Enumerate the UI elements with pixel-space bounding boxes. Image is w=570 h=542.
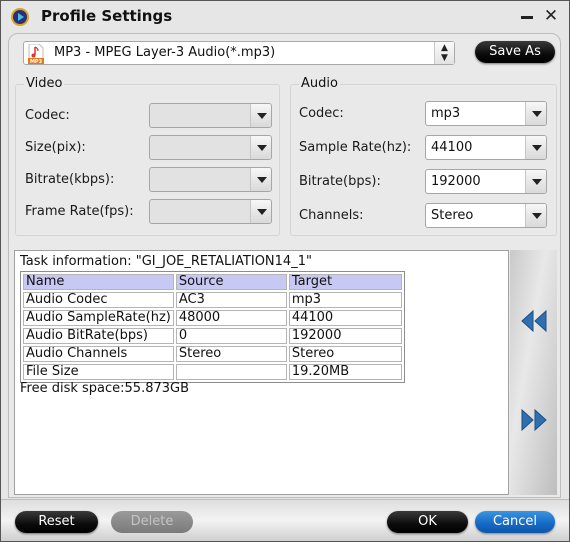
svg-text:MP3: MP3 (30, 59, 43, 64)
expand-right-icon[interactable] (520, 408, 548, 432)
chevron-down-icon[interactable] (525, 136, 546, 159)
profile-select[interactable]: MP3 MP3 - MPEG Layer-3 Audio(*.mp3) ▲ ▼ (23, 41, 455, 65)
audio-bitrate-label: Bitrate(bps): (299, 174, 381, 189)
window-title: Profile Settings (41, 7, 173, 25)
table-cell: 44100 (288, 310, 402, 326)
table-row: Audio Codec AC3 mp3 (23, 292, 402, 308)
video-group-title: Video (24, 76, 65, 91)
table-cell: Audio Channels (23, 346, 174, 362)
audio-channels-dropdown[interactable]: Stereo (425, 203, 547, 228)
table-row: Audio BitRate(bps) 0 192000 (23, 328, 402, 344)
video-bitrate-dropdown[interactable] (149, 167, 272, 192)
free-disk-space: Free disk space:55.873GB (20, 381, 190, 396)
delete-button: Delete (111, 511, 193, 533)
audio-samplerate-label: Sample Rate(hz): (299, 140, 412, 155)
table-header-row: Name Source Target (23, 274, 402, 290)
audio-codec-label: Codec: (299, 106, 344, 121)
table-cell (175, 364, 287, 380)
chevron-down-icon[interactable] (250, 200, 271, 223)
chevron-down-icon[interactable] (525, 102, 546, 125)
video-framerate-dropdown[interactable] (149, 199, 272, 224)
video-codec-dropdown[interactable] (149, 103, 272, 128)
video-codec-label: Codec: (25, 108, 70, 123)
close-icon: ✕ (543, 6, 559, 26)
minimize-icon (521, 16, 533, 19)
save-as-button[interactable]: Save As (475, 41, 555, 63)
chevron-down-icon[interactable] (250, 168, 271, 191)
video-framerate-label: Frame Rate(fps): (25, 204, 134, 219)
close-button[interactable]: ✕ (542, 7, 560, 25)
audio-group-title: Audio (299, 76, 340, 91)
column-header: Source (175, 274, 287, 290)
task-info-table: Name Source Target Audio Codec AC3 mp3 A… (20, 271, 405, 383)
table-row: Audio SampleRate(hz) 48000 44100 (23, 310, 402, 326)
app-logo-icon (11, 8, 29, 26)
cancel-button[interactable]: Cancel (475, 511, 555, 533)
chevron-down-icon[interactable] (250, 104, 271, 127)
title-bar[interactable]: Profile Settings ✕ (1, 1, 569, 33)
column-header: Target (288, 274, 402, 290)
profile-select-value: MP3 - MPEG Layer-3 Audio(*.mp3) (54, 45, 276, 60)
table-cell: 0 (175, 328, 287, 344)
profile-spin-button[interactable]: ▲ ▼ (434, 42, 454, 64)
table-cell: Audio SampleRate(hz) (23, 310, 174, 326)
table-cell: Audio Codec (23, 292, 174, 308)
audio-bitrate-dropdown[interactable]: 192000 (425, 169, 547, 194)
chevron-down-icon[interactable] (250, 136, 271, 159)
table-cell: File Size (23, 364, 174, 380)
audio-samplerate-dropdown[interactable]: 44100 (425, 135, 547, 160)
table-cell: Audio BitRate(bps) (23, 328, 174, 344)
audio-channels-label: Channels: (299, 208, 364, 223)
table-cell: Stereo (288, 346, 402, 362)
minimize-button[interactable] (518, 7, 536, 25)
task-info-area: Task information: "GI_JOE_RETALIATION14_… (14, 250, 509, 495)
table-row: Audio Channels Stereo Stereo (23, 346, 402, 362)
ok-button[interactable]: OK (387, 511, 468, 533)
video-size-label: Size(pix): (25, 140, 86, 155)
column-header: Name (23, 274, 174, 290)
profile-settings-window: Profile Settings ✕ MP3 MP3 - MPEG Layer-… (0, 0, 570, 542)
table-cell: 192000 (288, 328, 402, 344)
video-bitrate-label: Bitrate(kbps): (25, 172, 115, 187)
chevron-down-icon[interactable] (525, 204, 546, 227)
reset-button[interactable]: Reset (15, 511, 98, 533)
side-collapse-panel (510, 250, 557, 495)
table-cell: 19.20MB (288, 364, 402, 380)
audio-codec-dropdown[interactable]: mp3 (425, 101, 547, 126)
table-cell: mp3 (288, 292, 402, 308)
table-row: File Size 19.20MB (23, 364, 402, 380)
mp3-file-icon: MP3 (28, 44, 44, 64)
video-size-dropdown[interactable] (149, 135, 272, 160)
table-cell: 48000 (175, 310, 287, 326)
table-cell: AC3 (175, 292, 287, 308)
chevron-down-icon[interactable] (525, 170, 546, 193)
sort-arrows-icon: ▲ ▼ (441, 43, 448, 63)
task-info-label: Task information: "GI_JOE_RETALIATION14_… (20, 254, 312, 269)
collapse-left-icon[interactable] (520, 309, 548, 333)
table-cell: Stereo (175, 346, 287, 362)
